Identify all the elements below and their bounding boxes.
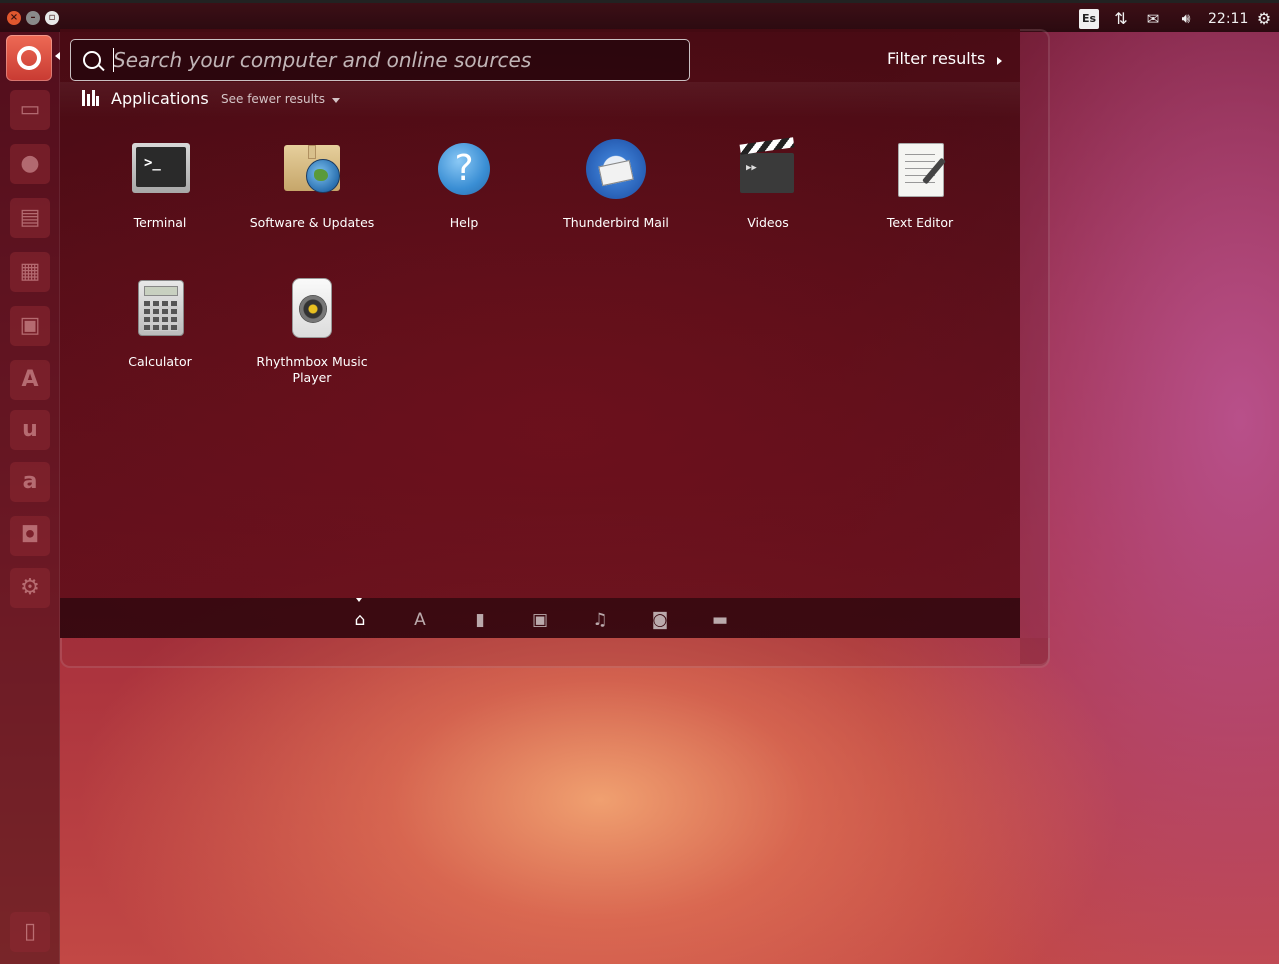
filter-results-button[interactable]: Filter results	[887, 49, 985, 68]
applications-category-icon	[82, 90, 99, 106]
software-updates-icon	[280, 137, 344, 201]
window-close-icon[interactable]: ×	[7, 11, 21, 25]
search-input[interactable]	[113, 40, 683, 80]
videos-icon: ▶▶	[736, 137, 800, 201]
text-cursor	[113, 48, 114, 72]
active-lens-indicator	[356, 598, 362, 602]
writer-icon[interactable]: ▤	[10, 198, 50, 238]
app-thunderbird[interactable]: Thunderbird Mail	[541, 137, 691, 231]
app-label: Videos	[747, 215, 789, 230]
home-lens-icon[interactable]: ⌂	[348, 608, 372, 632]
ubuntu-one-music-icon[interactable]: ◘	[10, 516, 50, 556]
help-icon: ?	[432, 137, 496, 201]
system-settings-icon[interactable]: ⚙	[10, 568, 50, 608]
ubuntu-logo-icon	[17, 46, 41, 70]
dash-border-right	[1020, 29, 1050, 666]
see-fewer-results-link[interactable]: See fewer results	[221, 92, 325, 106]
app-label: Thunderbird Mail	[563, 215, 669, 230]
network-icon[interactable]: ⇅	[1111, 7, 1131, 31]
app-text-editor[interactable]: Text Editor	[845, 137, 995, 231]
app-software-updates[interactable]: Software & Updates	[237, 137, 387, 231]
amazon-icon[interactable]: a	[10, 462, 50, 502]
chevron-down-icon[interactable]	[332, 98, 340, 103]
app-videos[interactable]: ▶▶ Videos	[693, 137, 843, 231]
search-box[interactable]	[70, 39, 690, 81]
volume-icon[interactable]: 🔊︎	[1174, 7, 1198, 31]
video-lens-icon[interactable]: ▣	[528, 608, 552, 632]
thunderbird-icon	[584, 137, 648, 201]
app-label: Rhythmbox Music Player	[256, 354, 368, 385]
search-icon	[83, 51, 101, 69]
app-label: Calculator	[128, 354, 192, 369]
app-help[interactable]: ? Help	[389, 137, 539, 231]
clock[interactable]: 22:11	[1208, 7, 1248, 31]
window-minimize-icon[interactable]: –	[26, 11, 40, 25]
impress-icon[interactable]: ▣	[10, 306, 50, 346]
files-icon[interactable]: ▭	[10, 90, 50, 130]
app-terminal[interactable]: >_ Terminal	[85, 137, 235, 231]
keyboard-layout-indicator[interactable]: Es	[1079, 9, 1099, 29]
dash-home-button[interactable]	[6, 35, 52, 81]
trash-icon[interactable]: ▯	[10, 912, 50, 952]
app-label: Software & Updates	[249, 215, 375, 230]
files-lens-icon[interactable]: ▮	[468, 608, 492, 632]
category-title: Applications	[111, 89, 209, 108]
chevron-right-icon[interactable]	[997, 57, 1002, 65]
applications-lens-icon[interactable]: A	[408, 608, 432, 632]
app-label: Text Editor	[886, 215, 954, 230]
app-label: Help	[449, 215, 479, 230]
app-calculator[interactable]: Calculator	[85, 276, 235, 370]
launcher: ▭ ● ▤ ▦ ▣ A u a ◘ ⚙ ▯	[0, 32, 60, 964]
firefox-icon[interactable]: ●	[10, 144, 50, 184]
top-panel: × – ▫ Es ⇅ ✉ 🔊︎ 22:11 ⚙	[0, 0, 1279, 32]
calculator-icon	[128, 276, 192, 340]
terminal-icon: >_	[128, 137, 192, 201]
rhythmbox-icon	[280, 276, 344, 340]
photo-lens-icon[interactable]: ◙	[648, 608, 672, 632]
app-label: Terminal	[133, 215, 187, 230]
window-maximize-icon[interactable]: ▫	[45, 11, 59, 25]
calc-icon[interactable]: ▦	[10, 252, 50, 292]
social-lens-icon[interactable]: ▬	[708, 608, 732, 632]
app-rhythmbox[interactable]: Rhythmbox Music Player	[237, 276, 387, 386]
dash-border-bottom	[60, 638, 1050, 668]
text-editor-icon	[888, 137, 952, 201]
software-center-icon[interactable]: A	[10, 360, 50, 400]
music-lens-icon[interactable]: ♫	[588, 608, 612, 632]
mail-icon[interactable]: ✉	[1143, 7, 1163, 31]
ubuntu-one-icon[interactable]: u	[10, 410, 50, 450]
session-gear-icon[interactable]: ⚙	[1254, 7, 1274, 31]
